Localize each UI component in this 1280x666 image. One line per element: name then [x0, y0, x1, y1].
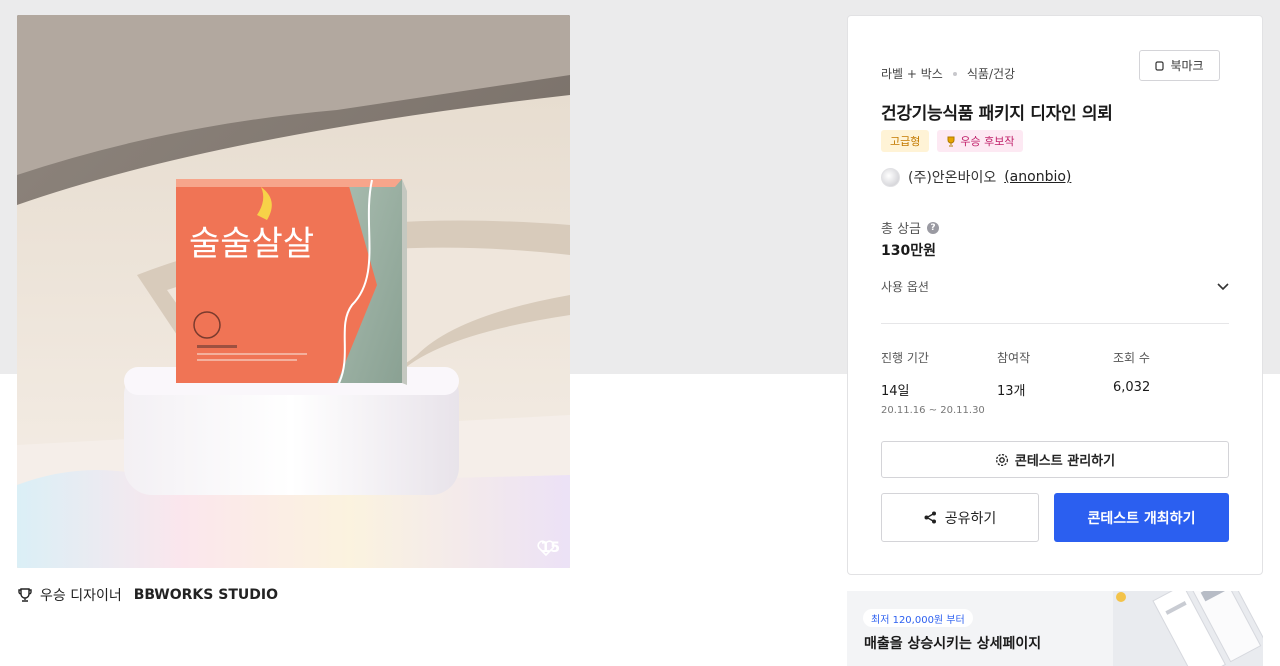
stat-period-range: 20.11.16 ~ 20.11.30 [881, 405, 985, 416]
bookmark-label: 북마크 [1170, 59, 1204, 73]
stat-participants: 참여작 13개 [997, 349, 1113, 416]
like-counter[interactable]: 15 [536, 540, 560, 556]
trophy-icon [946, 136, 956, 147]
stat-participants-value: 13개 [997, 384, 1026, 399]
ad-headline: 매출을 상승시키는 상세페이지 [864, 636, 1042, 652]
designer-prefix: 우승 디자이너 [40, 588, 122, 604]
company-avatar [881, 167, 900, 187]
options-toggle[interactable]: 사용 옵션 [881, 278, 1229, 295]
stat-views-value: 6,032 [1113, 380, 1151, 395]
contest-title: 건강기능식품 패키지 디자인 의뢰 [881, 104, 1113, 124]
chevron-down-icon [1217, 282, 1229, 291]
grade-badge: 고급형 [881, 130, 930, 152]
award-badge-label: 우승 후보작 [960, 135, 1015, 148]
designer-name[interactable]: BBWORKS STUDIO [134, 587, 278, 603]
winning-designer: 우승 디자이너 BBWORKS STUDIO [18, 585, 278, 605]
options-label: 사용 옵션 [881, 280, 929, 294]
product-illustration: 술술살살 [17, 15, 570, 568]
total-prize-text: 총 상금 [881, 222, 922, 237]
breadcrumb: 라벨 + 박스 식품/건강 [881, 65, 1015, 82]
ad-banner[interactable]: 최저 120,000원 부터 매출을 상승시키는 상세페이지 [847, 591, 1263, 666]
company-info: (주)안온바이오 (anonbio) [881, 167, 1071, 187]
badge-row: 고급형 우승 후보작 [881, 130, 1024, 152]
share-icon [924, 511, 937, 524]
ad-price-pill: 최저 120,000원 부터 [863, 609, 973, 627]
host-contest-button[interactable]: 콘테스트 개최하기 [1054, 493, 1229, 542]
trophy-icon [18, 587, 32, 603]
stat-views-label: 조회 수 [1113, 351, 1150, 365]
breadcrumb-separator [952, 71, 957, 76]
total-prize-value: 130만원 [881, 243, 936, 259]
bookmark-icon [1155, 60, 1165, 71]
total-prize-label: 총 상금 ? [881, 218, 940, 237]
ad-mockup-illustration [1113, 591, 1263, 666]
share-button[interactable]: 공유하기 [881, 493, 1039, 542]
product-hero-image[interactable]: 술술살살 15 [17, 15, 570, 568]
share-label: 공유하기 [944, 510, 997, 527]
stat-views: 조회 수 6,032 [1113, 349, 1229, 416]
stat-period-label: 진행 기간 [881, 351, 929, 365]
contest-stats: 진행 기간 14일 20.11.16 ~ 20.11.30 참여작 13개 조회… [881, 349, 1229, 416]
company-name: (주)안온바이오 [908, 170, 997, 186]
award-badge: 우승 후보작 [937, 130, 1024, 152]
bookmark-button[interactable]: 북마크 [1139, 50, 1220, 81]
manage-contest-button[interactable]: 콘테스트 관리하기 [881, 441, 1229, 478]
company-handle-link[interactable]: (anonbio) [1004, 169, 1071, 185]
gear-icon [995, 453, 1009, 467]
contest-info-card: 북마크 라벨 + 박스 식품/건강 건강기능식품 패키지 디자인 의뢰 고급형 … [847, 15, 1263, 575]
stat-participants-label: 참여작 [997, 351, 1031, 365]
divider [881, 323, 1229, 324]
breadcrumb-category[interactable]: 라벨 + 박스 [881, 65, 943, 82]
stat-period: 진행 기간 14일 20.11.16 ~ 20.11.30 [881, 349, 997, 416]
help-icon[interactable]: ? [927, 221, 940, 234]
manage-contest-label: 콘테스트 관리하기 [1014, 454, 1116, 469]
breadcrumb-subcategory[interactable]: 식품/건강 [967, 65, 1015, 82]
stat-period-value: 14일 [881, 384, 910, 399]
product-box-text: 술술살살 [189, 224, 314, 264]
